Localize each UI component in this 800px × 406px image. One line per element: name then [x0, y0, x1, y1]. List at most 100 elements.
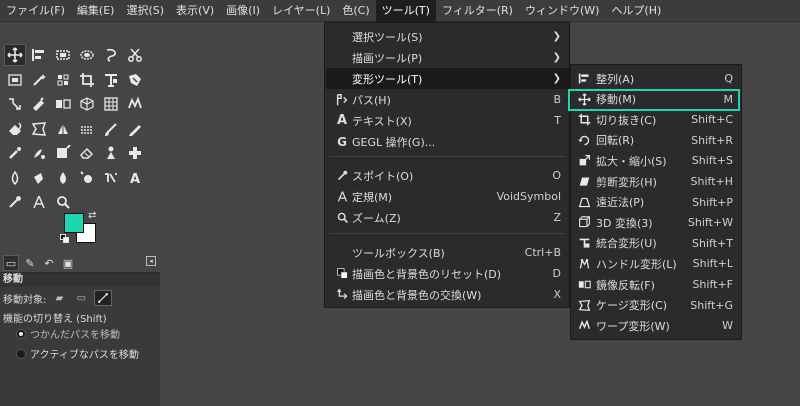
menu-item-gegl[interactable]: G GEGL 操作(G)... — [326, 131, 569, 152]
foreground-select-icon[interactable] — [124, 69, 146, 91]
mypaint-icon[interactable] — [100, 167, 122, 189]
menu-colors[interactable]: 色(C) — [336, 0, 375, 22]
device-status-tab-icon[interactable]: ✎ — [22, 255, 38, 271]
menu-item-shortcut: O — [552, 169, 561, 182]
3d-cube-icon[interactable] — [76, 93, 98, 115]
eraser-icon[interactable] — [76, 142, 98, 164]
menu-item-paint-tools[interactable]: 描画ツール(P) ❯ — [326, 47, 569, 68]
tool-grid: A — [4, 44, 148, 216]
color-select-icon[interactable] — [52, 69, 74, 91]
heal-icon[interactable] — [124, 142, 146, 164]
layer-target-icon[interactable]: ▰ — [50, 290, 68, 306]
menu-windows[interactable]: ウィンドウ(W) — [519, 0, 605, 22]
submenu-item-handle-transform[interactable]: ハンドル変形(L) Shift+L — [571, 253, 741, 274]
cage-icon[interactable] — [28, 118, 50, 140]
pencil-icon[interactable] — [124, 118, 146, 140]
align-icon[interactable] — [28, 44, 50, 66]
submenu-item-unified-transform[interactable]: 統合変形(U) Shift+T — [571, 233, 741, 254]
magic-wand-icon[interactable] — [28, 69, 50, 91]
submenu-item-rotate[interactable]: 回転(R) Shift+R — [571, 130, 741, 151]
menu-item-text[interactable]: A テキスト(X) T — [326, 110, 569, 131]
paint-icon[interactable] — [52, 118, 74, 140]
radio-active-path[interactable]: アクティブなパスを移動 — [16, 346, 139, 361]
sharpen-icon[interactable] — [76, 167, 98, 189]
submenu-item-perspective[interactable]: 遠近法(P) Shift+P — [571, 192, 741, 213]
unified-transform-icon — [576, 235, 592, 251]
move-target-row: 移動対象: ▰ ▭ — [3, 290, 113, 306]
move-icon[interactable] — [4, 44, 26, 66]
smudge-icon[interactable] — [28, 142, 50, 164]
ellipse-select-icon[interactable] — [76, 44, 98, 66]
fuzzy-select-icon[interactable] — [4, 69, 26, 91]
swap-colors-icon[interactable]: ⇄ — [88, 210, 96, 221]
transform-tools-submenu: 整列(A) Q 移動(M) M 切り抜き(C) Shift+C 回転(R) Shift+R 拡大… — [570, 64, 742, 340]
crop-icon[interactable] — [76, 69, 98, 91]
menu-item-transform-tools[interactable]: 変形ツール(T) ❯ — [326, 68, 569, 89]
ink-icon[interactable] — [52, 142, 74, 164]
measure-icon[interactable] — [28, 191, 50, 213]
radio-active-path-button[interactable] — [16, 348, 26, 359]
menu-item-reset-colors[interactable]: 描画色と背景色のリセット(D) D — [326, 263, 569, 284]
tool-options-tab-icon[interactable]: ▭ — [3, 255, 19, 271]
submenu-item-shear[interactable]: 剪断変形(H) Shift+H — [571, 171, 741, 192]
warp-icon[interactable] — [124, 93, 146, 115]
radio-pick-path[interactable]: つかんだパスを移動 — [16, 326, 120, 341]
transform-icon[interactable] — [100, 69, 122, 91]
menu-image[interactable]: 画像(I) — [220, 0, 266, 22]
menu-item-shortcut: VoidSymbol — [496, 190, 561, 203]
menu-tools[interactable]: ツール(T) — [375, 0, 436, 22]
scissors-icon[interactable] — [124, 44, 146, 66]
submenu-item-label: 統合変形(U) — [596, 237, 657, 251]
menu-filters[interactable]: フィルター(R) — [436, 0, 519, 22]
dock-menu-icon[interactable]: ◂ — [146, 256, 156, 266]
menu-select[interactable]: 選択(S) — [120, 0, 170, 22]
drop-icon[interactable] — [52, 167, 74, 189]
paths-icon[interactable] — [4, 93, 26, 115]
submenu-item-crop[interactable]: 切り抜き(C) Shift+C — [571, 109, 741, 130]
clone-icon[interactable] — [100, 142, 122, 164]
grid-icon[interactable] — [100, 93, 122, 115]
menu-view[interactable]: 表示(V) — [170, 0, 220, 22]
selection-target-icon[interactable]: ▭ — [72, 290, 90, 306]
menu-help[interactable]: ヘルプ(H) — [605, 0, 667, 22]
menu-item-swap-colors[interactable]: 描画色と背景色の交換(W) X — [326, 284, 569, 305]
submenu-item-warp[interactable]: ワープ変形(W) W — [571, 315, 741, 336]
pattern-icon[interactable] — [76, 118, 98, 140]
undo-history-tab-icon[interactable]: ↶ — [41, 255, 57, 271]
menu-item-measure[interactable]: 定規(M) VoidSymbol — [326, 186, 569, 207]
radio-active-path-label: アクティブなパスを移動 — [30, 350, 139, 361]
menu-edit[interactable]: 編集(E) — [71, 0, 121, 22]
submenu-item-flip[interactable]: 鏡像反転(F) Shift+F — [571, 274, 741, 295]
brush-icon[interactable] — [100, 118, 122, 140]
bucket-icon[interactable] — [4, 118, 26, 140]
menu-item-selection-tools[interactable]: 選択ツール(S) ❯ — [326, 26, 569, 47]
submenu-item-move[interactable]: 移動(M) M — [571, 89, 741, 110]
submenu-item-align[interactable]: 整列(A) Q — [571, 68, 741, 89]
flip-icon[interactable] — [52, 93, 74, 115]
submenu-item-3d-transform[interactable]: 3D 変換(3) Shift+W — [571, 212, 741, 233]
menu-file[interactable]: ファイル(F) — [0, 0, 71, 22]
perspective-icon — [576, 194, 592, 210]
foreground-color-swatch[interactable] — [64, 213, 84, 233]
blur-icon[interactable] — [4, 167, 26, 189]
pen-icon[interactable] — [28, 93, 50, 115]
submenu-item-scale[interactable]: 拡大・縮小(S) Shift+S — [571, 150, 741, 171]
menu-item-shortcut: X — [553, 288, 561, 301]
reset-colors-icon[interactable] — [60, 234, 70, 244]
images-tab-icon[interactable]: ▣ — [60, 255, 76, 271]
menu-item-color-picker[interactable]: スポイト(O) O — [326, 165, 569, 186]
free-select-icon[interactable] — [100, 44, 122, 66]
eyedropper-icon[interactable] — [4, 191, 26, 213]
submenu-item-label: 移動(M) — [596, 93, 637, 107]
submenu-item-cage[interactable]: ケージ変形(C) Shift+G — [571, 295, 741, 316]
text-icon[interactable]: A — [124, 167, 146, 189]
airbrush-icon[interactable] — [4, 142, 26, 164]
path-target-icon[interactable] — [94, 290, 113, 306]
menu-item-paths[interactable]: パス(H) B — [326, 89, 569, 110]
radio-pick-path-button[interactable] — [16, 328, 26, 339]
dodge-icon[interactable] — [28, 167, 50, 189]
menu-item-zoom[interactable]: ズーム(Z) Z — [326, 207, 569, 228]
rect-select-icon[interactable] — [52, 44, 74, 66]
menu-layer[interactable]: レイヤー(L) — [266, 0, 336, 22]
menu-item-toolbox[interactable]: ツールボックス(B) Ctrl+B — [326, 242, 569, 263]
